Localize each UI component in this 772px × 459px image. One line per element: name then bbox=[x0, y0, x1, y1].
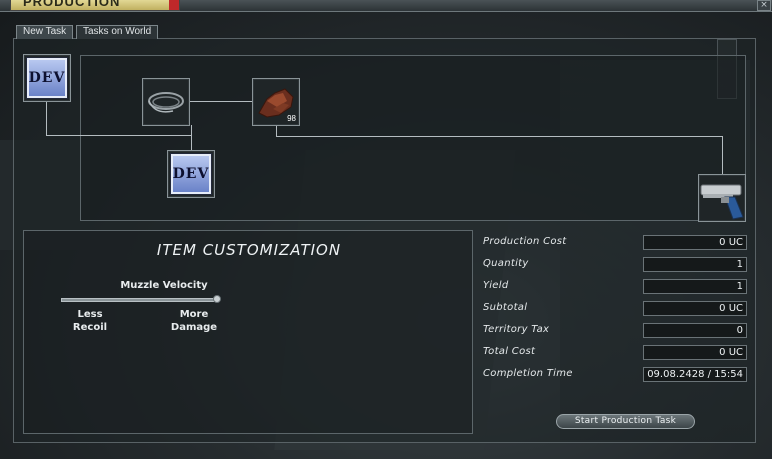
tree-node-cable[interactable] bbox=[142, 78, 190, 126]
pistol-icon bbox=[700, 184, 744, 220]
tree-connector bbox=[276, 136, 723, 137]
cost-row-completion-time: Completion Time 09.08.2428 / 15:54 bbox=[483, 367, 748, 383]
cost-row-quantity: Quantity 1 bbox=[483, 257, 748, 273]
window-title: PRODUCTION CENTER bbox=[23, 0, 121, 10]
dev-blueprint-icon[interactable]: DEV bbox=[171, 154, 211, 194]
tree-node-root[interactable]: DEV bbox=[23, 54, 71, 102]
cost-value: 0 UC bbox=[643, 345, 747, 360]
cost-label: Territory Tax bbox=[483, 324, 550, 335]
tab-new-task[interactable]: New Task bbox=[16, 25, 74, 39]
tab-tasks-on-world[interactable]: Tasks on World bbox=[76, 25, 159, 39]
cable-coil-icon bbox=[148, 92, 184, 113]
slider-min-label-line1: Less bbox=[77, 309, 103, 320]
quantity-field[interactable]: 1 bbox=[643, 257, 747, 272]
cost-label: Total Cost bbox=[483, 346, 536, 357]
tree-node-sub[interactable]: DEV bbox=[167, 150, 215, 198]
item-count: 98 bbox=[287, 114, 296, 123]
item-customization-panel: ITEM CUSTOMIZATION Muzzle Velocity Less … bbox=[23, 230, 473, 434]
cost-label: Yield bbox=[483, 280, 509, 291]
slider-max-label-line2: Damage bbox=[170, 322, 218, 333]
title-tab: PRODUCTION CENTER bbox=[10, 0, 180, 11]
tree-connector bbox=[46, 135, 192, 136]
customization-title: ITEM CUSTOMIZATION bbox=[156, 241, 342, 259]
start-production-task-button[interactable]: Start Production Task bbox=[556, 414, 695, 429]
title-accent bbox=[169, 0, 179, 10]
tree-node-ore[interactable]: 98 bbox=[252, 78, 300, 126]
dev-blueprint-icon[interactable]: DEV bbox=[27, 58, 67, 98]
cost-value: 0 UC bbox=[643, 301, 747, 316]
cost-label: Subtotal bbox=[483, 302, 528, 313]
tree-connector bbox=[722, 136, 723, 174]
cost-value: 0 bbox=[643, 323, 747, 338]
tree-connector bbox=[190, 101, 252, 102]
tree-connector bbox=[46, 101, 47, 136]
slider-handle[interactable] bbox=[213, 295, 221, 303]
tree-connector bbox=[191, 125, 192, 150]
cost-value: 0 UC bbox=[643, 235, 747, 250]
slider-label: Muzzle Velocity bbox=[120, 280, 208, 291]
slider-max-label-line1: More bbox=[179, 309, 209, 320]
tree-node-output[interactable] bbox=[698, 174, 746, 222]
cost-row-production-cost: Production Cost 0 UC bbox=[483, 235, 748, 251]
cost-row-subtotal: Subtotal 0 UC bbox=[483, 301, 748, 317]
cost-row-yield: Yield 1 bbox=[483, 279, 748, 295]
slider-max-label: More Damage bbox=[159, 308, 229, 334]
cost-label: Production Cost bbox=[483, 236, 567, 247]
cost-row-territory-tax: Territory Tax 0 bbox=[483, 323, 748, 339]
muzzle-velocity-slider[interactable] bbox=[61, 298, 217, 302]
cost-value: 1 bbox=[643, 279, 747, 294]
cost-label: Quantity bbox=[483, 258, 529, 269]
cost-value: 09.08.2428 / 15:54 bbox=[643, 367, 747, 382]
slider-min-label: Less Recoil bbox=[55, 308, 125, 334]
title-bar: PRODUCTION CENTER bbox=[0, 0, 772, 12]
cost-row-total-cost: Total Cost 0 UC bbox=[483, 345, 748, 361]
cost-label: Completion Time bbox=[483, 368, 573, 379]
close-icon[interactable]: × bbox=[757, 0, 771, 11]
slider-min-label-line2: Recoil bbox=[72, 322, 108, 333]
